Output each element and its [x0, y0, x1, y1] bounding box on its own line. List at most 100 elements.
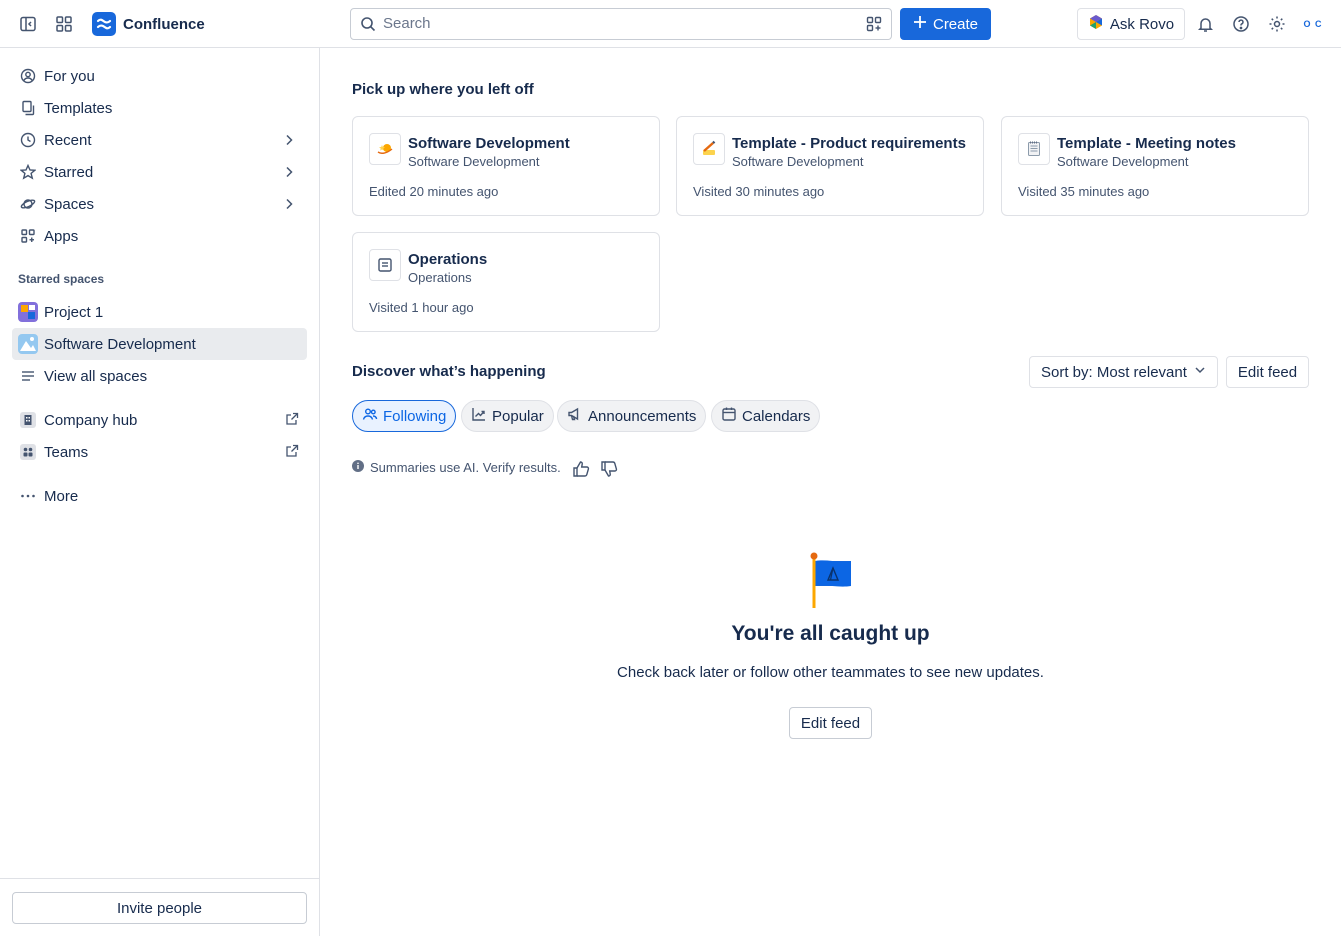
- chip-label: Popular: [492, 407, 544, 425]
- card-title: Operations: [408, 251, 488, 268]
- sidebar-space-project-1[interactable]: Project 1: [12, 296, 307, 328]
- chip-label: Following: [383, 407, 447, 425]
- recent-card[interactable]: Template - Meeting notes Software Develo…: [1001, 116, 1309, 216]
- search-bar[interactable]: [350, 8, 892, 40]
- tab-popular[interactable]: Popular: [461, 400, 554, 432]
- user-circle-icon: [12, 68, 44, 84]
- list-icon: [12, 368, 44, 384]
- sidebar-item-label: Teams: [44, 443, 89, 461]
- apps-icon: [12, 228, 44, 244]
- card-subtitle: Software Development: [408, 154, 540, 169]
- help-icon[interactable]: [1229, 12, 1253, 36]
- space-icon: [369, 133, 401, 165]
- recent-card[interactable]: Software Development Software Developmen…: [352, 116, 660, 216]
- sidebar-link-company-hub[interactable]: Company hub: [12, 404, 307, 436]
- tab-announcements[interactable]: Announcements: [557, 400, 707, 432]
- search-input[interactable]: [383, 15, 853, 32]
- edit-feed-button[interactable]: Edit feed: [1226, 356, 1309, 388]
- trending-chart-icon: [471, 406, 487, 426]
- profile-avatar[interactable]: O C: [1300, 12, 1326, 36]
- external-link-icon: [285, 412, 299, 429]
- recent-card[interactable]: Template - Product requirements Software…: [676, 116, 984, 216]
- templates-icon: [12, 100, 44, 116]
- empty-state-edit-feed-button[interactable]: Edit feed: [789, 707, 872, 739]
- starred-spaces-heading: Starred spaces: [18, 272, 105, 286]
- invite-people-button[interactable]: Invite people: [12, 892, 307, 924]
- sidebar-item-label: Apps: [44, 227, 79, 245]
- tab-following[interactable]: Following: [352, 400, 457, 432]
- megaphone-icon: [567, 406, 583, 426]
- sidebar-toggle-icon[interactable]: [16, 12, 40, 36]
- sidebar-item-templates[interactable]: Templates: [12, 92, 307, 124]
- sidebar-item-label: Software Development: [44, 335, 196, 353]
- calendar-icon: [721, 406, 737, 426]
- planet-icon: [12, 196, 44, 212]
- thumbs-down-icon[interactable]: [600, 460, 618, 481]
- sort-dropdown[interactable]: Sort by: Most relevant: [1029, 356, 1218, 388]
- sidebar-item-spaces[interactable]: Spaces: [12, 188, 307, 220]
- people-icon: [362, 406, 378, 426]
- card-title: Software Development: [408, 135, 570, 152]
- chevron-right-icon[interactable]: [281, 164, 297, 183]
- discover-heading: Discover what’s happening: [352, 363, 546, 380]
- external-link-icon: [285, 444, 299, 461]
- sidebar-link-teams[interactable]: Teams: [12, 436, 307, 468]
- teams-icon: [12, 443, 44, 461]
- info-icon: [352, 460, 364, 475]
- building-icon: [12, 411, 44, 429]
- ask-rovo-button[interactable]: Ask Rovo: [1077, 8, 1185, 40]
- create-button[interactable]: Create: [900, 8, 991, 40]
- settings-gear-icon[interactable]: [1265, 12, 1289, 36]
- rovo-icon: [1088, 14, 1104, 34]
- sidebar-item-apps[interactable]: Apps: [12, 220, 307, 252]
- top-navigation: Confluence Create Ask Rovo O C: [0, 0, 1341, 48]
- pencil-emoji-icon: [693, 133, 725, 165]
- card-meta: Visited 1 hour ago: [369, 300, 474, 315]
- sidebar-item-label: Company hub: [44, 411, 138, 429]
- chevron-right-icon[interactable]: [281, 132, 297, 151]
- sidebar-divider: [0, 878, 319, 879]
- card-meta: Visited 30 minutes ago: [693, 184, 825, 199]
- tab-calendars[interactable]: Calendars: [711, 400, 821, 432]
- project-space-avatar: [12, 302, 44, 322]
- sidebar-item-starred[interactable]: Starred: [12, 156, 307, 188]
- chevron-right-icon[interactable]: [281, 196, 297, 215]
- ai-disclaimer: Summaries use AI. Verify results.: [352, 460, 561, 475]
- sidebar-item-label: For you: [44, 67, 95, 85]
- more-dots-icon: [12, 488, 44, 504]
- thumbs-up-icon[interactable]: [572, 460, 590, 481]
- card-subtitle: Operations: [408, 270, 472, 285]
- ai-disclaimer-text: Summaries use AI. Verify results.: [370, 460, 561, 475]
- confluence-logo[interactable]: Confluence: [92, 12, 205, 36]
- sidebar-view-all-spaces[interactable]: View all spaces: [12, 360, 307, 392]
- sidebar-space-software-development[interactable]: Software Development: [12, 328, 307, 360]
- sidebar-item-label: Templates: [44, 99, 113, 117]
- card-subtitle: Software Development: [1057, 154, 1189, 169]
- card-meta: Edited 20 minutes ago: [369, 184, 499, 199]
- software-space-avatar: [12, 334, 44, 354]
- star-icon: [12, 164, 44, 180]
- notifications-bell-icon[interactable]: [1193, 12, 1217, 36]
- sort-label: Sort by: Most relevant: [1041, 363, 1187, 381]
- search-filter-icon[interactable]: [866, 16, 882, 35]
- sidebar-more[interactable]: More: [12, 480, 307, 512]
- plus-icon: [913, 15, 927, 33]
- empty-state-subtitle: Check back later or follow other teammat…: [617, 664, 1044, 681]
- sidebar-item-recent[interactable]: Recent: [12, 124, 307, 156]
- flag-illustration-icon: [808, 551, 854, 612]
- card-title: Template - Product requirements: [732, 135, 966, 152]
- create-label: Create: [932, 15, 979, 33]
- app-name: Confluence: [123, 15, 205, 33]
- app-switcher-icon[interactable]: [52, 12, 76, 36]
- sidebar: For you Templates Recent Starred Spaces …: [0, 48, 320, 936]
- notepad-emoji-icon: [1018, 133, 1050, 165]
- recent-card[interactable]: Operations Operations Visited 1 hour ago: [352, 232, 660, 332]
- page-icon: [369, 249, 401, 281]
- chip-label: Calendars: [742, 407, 811, 425]
- empty-state-title: You're all caught up: [731, 622, 930, 645]
- sidebar-item-label: View all spaces: [44, 367, 148, 385]
- sidebar-item-for-you[interactable]: For you: [12, 60, 307, 92]
- card-subtitle: Software Development: [732, 154, 864, 169]
- pickup-heading: Pick up where you left off: [352, 81, 534, 98]
- search-icon: [360, 16, 376, 35]
